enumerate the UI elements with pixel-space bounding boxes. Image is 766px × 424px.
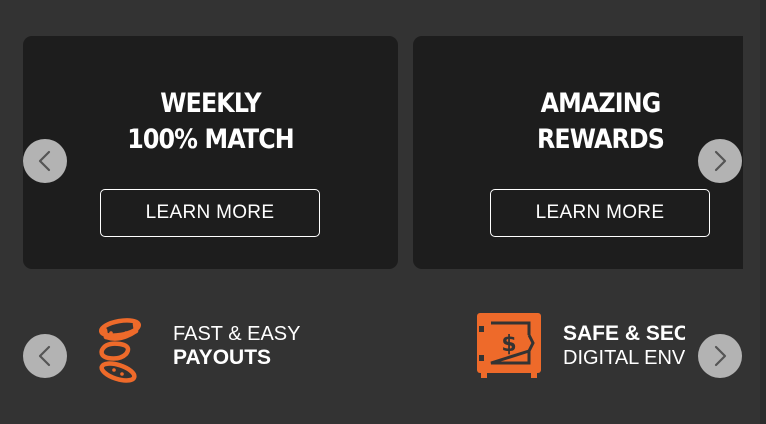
svg-text:$: $	[501, 332, 516, 357]
feature-line1: SAFE & SECURE	[563, 322, 685, 345]
feature-safe-secure: $ SAFE & SECURE DIGITAL ENVIRONMENT	[475, 300, 685, 400]
promo-prev-button[interactable]	[23, 139, 67, 183]
feature-line2: PAYOUTS	[173, 346, 272, 369]
safe-icon: $	[477, 313, 541, 378]
promo-next-button[interactable]	[698, 139, 742, 183]
promo-title-line2: REWARDS	[536, 124, 665, 155]
promo-title: AMAZING REWARDS	[436, 86, 744, 158]
promo-title-line2: 100% MATCH	[127, 124, 294, 155]
learn-more-button[interactable]: LEARN MORE	[100, 189, 320, 237]
chevron-left-icon	[38, 345, 51, 367]
feature-line1: FAST & EASY	[173, 323, 301, 345]
promo-title-line1: WEEKLY	[160, 88, 261, 119]
promo-card-weekly-match: WEEKLY 100% MATCH LEARN MORE	[23, 36, 398, 269]
coins-icon	[98, 318, 142, 383]
promo-title-line1: AMAZING	[540, 88, 662, 119]
feature-prev-button[interactable]	[23, 334, 67, 378]
feature-carousel: FAST & EASY PAYOUTS $ SAFE & SECURE DIGI…	[80, 300, 685, 400]
chevron-right-icon	[714, 150, 727, 172]
scrollbar-edge	[760, 0, 766, 424]
learn-more-button[interactable]: LEARN MORE	[490, 189, 710, 237]
feature-text: FAST & EASY PAYOUTS	[173, 322, 300, 370]
feature-line2: DIGITAL ENVIRONMENT	[563, 347, 685, 369]
feature-fast-payouts: FAST & EASY PAYOUTS	[80, 300, 460, 400]
chevron-right-icon	[714, 345, 727, 367]
page: WEEKLY 100% MATCH LEARN MORE AMAZING REW…	[0, 0, 766, 424]
promo-title: WEEKLY 100% MATCH	[46, 86, 376, 158]
feature-next-button[interactable]	[698, 334, 742, 378]
chevron-left-icon	[38, 150, 51, 172]
promo-carousel: WEEKLY 100% MATCH LEARN MORE AMAZING REW…	[23, 36, 743, 269]
feature-text: SAFE & SECURE DIGITAL ENVIRONMENT	[563, 322, 685, 370]
promo-card-amazing-rewards: AMAZING REWARDS LEARN MORE	[413, 36, 743, 269]
